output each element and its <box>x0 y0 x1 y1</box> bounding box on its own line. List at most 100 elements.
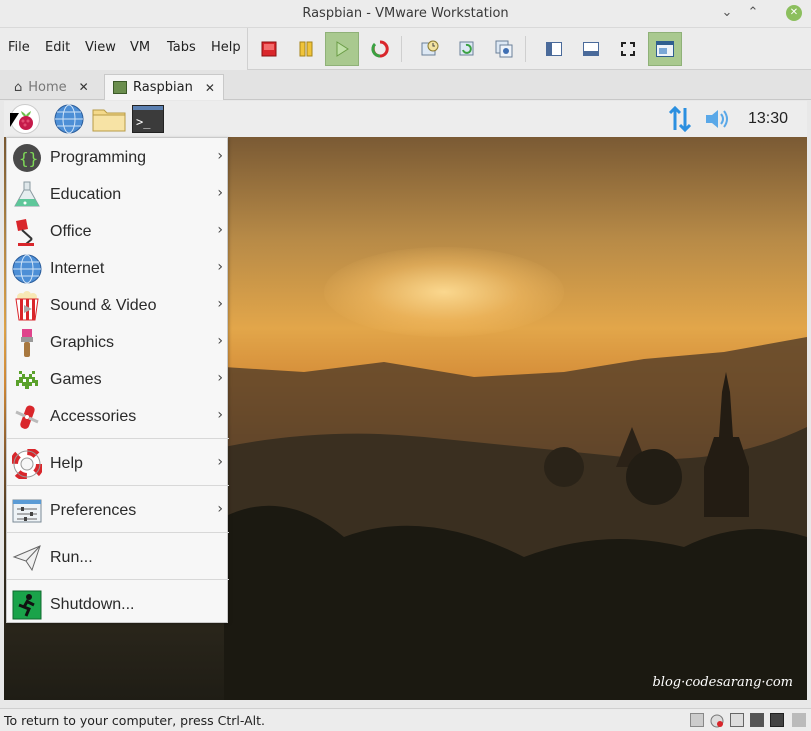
vm-icon <box>113 81 127 94</box>
office-lamp-icon <box>16 219 34 246</box>
chevron-right-icon: › <box>217 407 223 423</box>
chevron-right-icon: › <box>217 148 223 164</box>
menu-item-sound-video[interactable]: Sound & Video › <box>7 287 229 324</box>
sidebar-toggle-button[interactable] <box>537 32 571 66</box>
network-adapter-icon[interactable] <box>730 713 744 727</box>
restart-button[interactable] <box>363 32 397 66</box>
sound-card-icon[interactable] <box>792 713 806 727</box>
toolbar: File Edit View VM Tabs Help <box>0 28 811 70</box>
menu-vm[interactable]: VM <box>130 40 150 55</box>
sidebar-toggle-icon <box>546 42 562 56</box>
menu-item-accessories[interactable]: Accessories › <box>7 398 229 435</box>
start-menu: {} Programming › Education › Office › In… <box>6 137 229 623</box>
chevron-right-icon: › <box>217 333 223 349</box>
menu-tabs[interactable]: Tabs <box>167 40 196 55</box>
menu-help[interactable]: Help <box>211 40 241 55</box>
tab-raspbian-label: Raspbian <box>133 80 193 95</box>
network-icon[interactable] <box>668 105 692 136</box>
status-bar: To return to your computer, press Ctrl-A… <box>0 708 811 731</box>
svg-text:{}: {} <box>19 149 38 168</box>
maximize-button[interactable]: ⌃ <box>743 3 763 23</box>
paper-plane-icon <box>12 545 41 572</box>
chevron-right-icon: › <box>217 370 223 386</box>
menu-view[interactable]: View <box>85 40 116 55</box>
minimize-button[interactable]: ⌄ <box>717 3 737 23</box>
clock[interactable]: 13:30 <box>748 110 788 128</box>
cd-drive-icon[interactable] <box>710 713 724 728</box>
close-tab-icon[interactable]: ✕ <box>79 80 89 94</box>
thumbnail-bar-button[interactable] <box>574 32 608 66</box>
menu-separator <box>7 438 229 439</box>
pocket-knife-icon <box>15 405 39 429</box>
chevron-right-icon: › <box>217 222 223 238</box>
snapshot-button[interactable] <box>413 32 447 66</box>
power-off-button[interactable] <box>252 32 286 66</box>
popcorn-icon <box>15 291 39 321</box>
tab-home-label: Home <box>28 79 67 95</box>
menu-item-education[interactable]: Education › <box>7 176 229 213</box>
mouse-cursor-icon <box>10 113 19 127</box>
chevron-right-icon: › <box>217 259 223 275</box>
menu-item-graphics[interactable]: Graphics › <box>7 324 229 361</box>
status-text: To return to your computer, press Ctrl-A… <box>4 713 266 728</box>
raspbian-taskbar: >_ 13:30 <box>4 101 807 137</box>
snapshot-icon <box>421 40 439 56</box>
unity-icon <box>656 41 674 57</box>
menu-file[interactable]: File <box>8 40 30 55</box>
play-button[interactable] <box>325 32 359 66</box>
tab-bar: ⌂ Home ✕ Raspbian ✕ <box>0 70 811 100</box>
menu-separator <box>7 485 229 486</box>
paintbrush-icon <box>21 329 33 357</box>
menu-item-help[interactable]: Help › <box>7 445 229 482</box>
pause-icon <box>299 41 313 57</box>
tab-home[interactable]: ⌂ Home ✕ <box>6 74 97 100</box>
snapshot-manager-button[interactable] <box>487 32 521 66</box>
file-manager-launcher[interactable] <box>92 106 126 136</box>
menu-item-office[interactable]: Office › <box>7 213 229 250</box>
vm-screen[interactable]: >_ 13:30 blog·codesarang·com {} Programm… <box>4 101 807 700</box>
tab-raspbian[interactable]: Raspbian ✕ <box>104 74 224 100</box>
watermark: blog·codesarang·com <box>652 675 793 690</box>
globe-icon <box>54 104 84 134</box>
close-tab-icon[interactable]: ✕ <box>205 81 215 95</box>
thumbnail-bar-icon <box>583 42 599 56</box>
menu-separator <box>7 579 229 580</box>
usb-device-icon[interactable] <box>770 713 784 727</box>
pause-button[interactable] <box>289 32 323 66</box>
chevron-right-icon: › <box>217 185 223 201</box>
education-flask-icon <box>14 181 40 207</box>
chevron-right-icon: › <box>217 296 223 312</box>
folder-icon <box>92 109 126 132</box>
chevron-right-icon: › <box>217 501 223 517</box>
terminal-launcher[interactable]: >_ <box>132 105 164 137</box>
menu-item-programming[interactable]: {} Programming › <box>7 139 229 176</box>
window-title: Raspbian - VMware Workstation <box>302 6 509 21</box>
chevron-right-icon: › <box>217 454 223 470</box>
preferences-icon <box>12 499 42 523</box>
menu-item-games[interactable]: Games › <box>7 361 229 398</box>
menu-bar: File Edit View VM Tabs Help <box>0 28 248 70</box>
power-off-icon <box>261 41 277 57</box>
fullscreen-icon <box>621 42 635 56</box>
menu-item-shutdown[interactable]: Shutdown... <box>7 586 229 623</box>
menu-item-internet[interactable]: Internet › <box>7 250 229 287</box>
unity-button[interactable] <box>648 32 682 66</box>
revert-snapshot-button[interactable] <box>450 32 484 66</box>
close-button[interactable]: ✕ <box>786 5 802 21</box>
play-icon <box>336 41 349 57</box>
fullscreen-button[interactable] <box>611 32 645 66</box>
lifebuoy-icon <box>12 449 42 479</box>
snapshot-manager-icon <box>495 40 513 58</box>
svg-text:>_: >_ <box>136 115 151 129</box>
volume-icon[interactable] <box>704 108 730 134</box>
web-browser-launcher[interactable] <box>54 104 84 138</box>
exit-icon <box>12 590 42 620</box>
hard-disk-icon[interactable] <box>690 713 704 727</box>
title-bar: Raspbian - VMware Workstation ⌄ ⌃ ✕ <box>0 0 811 28</box>
menu-item-run[interactable]: Run... <box>7 539 229 576</box>
menu-item-preferences[interactable]: Preferences › <box>7 492 229 529</box>
terminal-icon: >_ <box>132 105 164 133</box>
printer-icon[interactable] <box>750 713 764 727</box>
menu-edit[interactable]: Edit <box>45 40 70 55</box>
revert-snapshot-icon <box>459 41 474 56</box>
